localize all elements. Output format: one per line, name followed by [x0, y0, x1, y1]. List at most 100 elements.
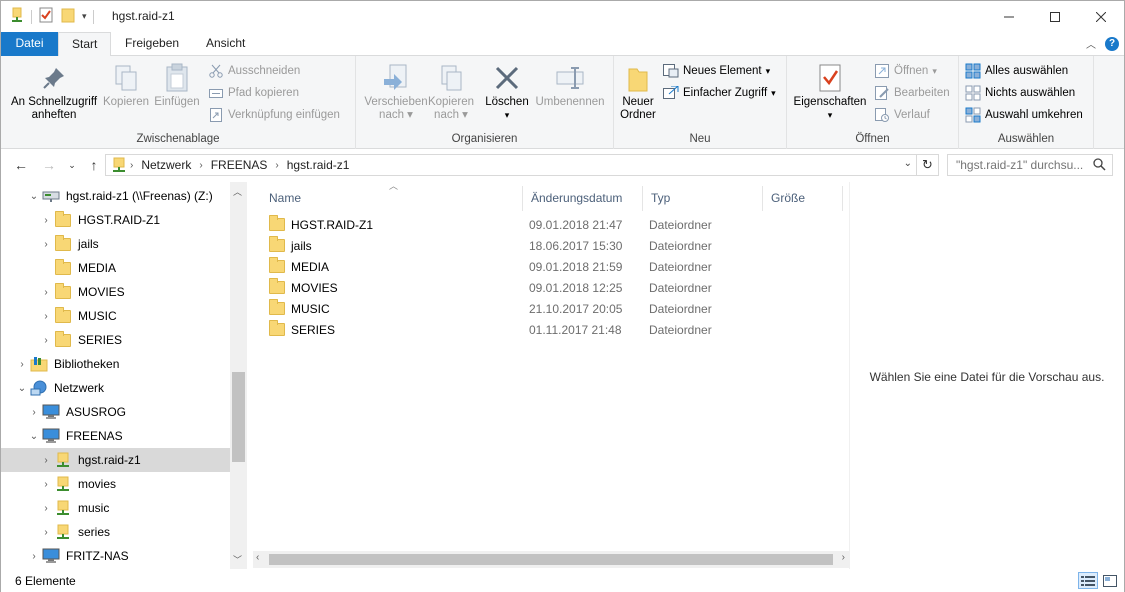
- select-none-button[interactable]: Nichts auswählen: [965, 83, 1075, 103]
- nav-tree-item[interactable]: › music: [1, 496, 230, 520]
- delete-button[interactable]: Löschen ▾: [484, 60, 530, 122]
- back-button[interactable]: ←: [11, 155, 31, 175]
- file-row[interactable]: SERIES 01.11.2017 21:48 Dateiordner: [261, 319, 841, 340]
- rename-button[interactable]: Umbenennen: [534, 60, 606, 109]
- network-drive-icon[interactable]: [9, 7, 25, 26]
- large-icons-view-button[interactable]: [1100, 572, 1120, 589]
- nav-tree-item[interactable]: › FRITZ-NAS: [1, 544, 230, 568]
- nav-tree-item[interactable]: › hgst.raid-z1: [1, 448, 230, 472]
- history-button[interactable]: Verlauf: [874, 105, 930, 125]
- edit-button[interactable]: Bearbeiten: [874, 83, 950, 103]
- close-button[interactable]: [1078, 1, 1124, 32]
- nav-tree-item[interactable]: › movies: [1, 472, 230, 496]
- scroll-down-icon[interactable]: ﹀: [233, 553, 242, 566]
- chevron-down-icon[interactable]: ⌄: [15, 383, 29, 394]
- breadcrumb-freenas[interactable]: FREENAS: [207, 158, 272, 172]
- open-button[interactable]: Öffnen ▾: [874, 61, 937, 81]
- chevron-right-icon[interactable]: ›: [39, 503, 53, 514]
- easy-access-button[interactable]: Einfacher Zugriff ▾: [663, 83, 776, 103]
- chevron-right-icon[interactable]: ›: [39, 311, 53, 322]
- chevron-right-icon[interactable]: ›: [39, 455, 53, 466]
- breadcrumb-separator[interactable]: ›: [195, 160, 206, 171]
- file-row[interactable]: MOVIES 09.01.2018 12:25 Dateiordner: [261, 277, 841, 298]
- properties-button[interactable]: Eigenschaften ▾: [791, 60, 869, 122]
- search-input[interactable]: [956, 158, 1086, 172]
- cut-button[interactable]: Ausschneiden: [208, 61, 300, 81]
- search-box[interactable]: [947, 154, 1113, 176]
- address-dropdown-icon[interactable]: ⌄: [904, 158, 912, 169]
- breadcrumb-separator[interactable]: ›: [126, 160, 137, 171]
- file-row[interactable]: HGST.RAID-Z1 09.01.2018 21:47 Dateiordner: [261, 214, 841, 235]
- nav-tree-item[interactable]: › jails: [1, 232, 230, 256]
- breadcrumb-separator[interactable]: ›: [271, 160, 282, 171]
- help-icon[interactable]: ?: [1105, 37, 1119, 51]
- scrollbar-thumb[interactable]: [232, 372, 245, 462]
- copy-to-button[interactable]: Kopieren nach ▾: [426, 60, 476, 122]
- nav-tree-item[interactable]: ⌄ FREENAS: [1, 424, 230, 448]
- chevron-right-icon[interactable]: ›: [27, 407, 41, 418]
- nav-tree-item[interactable]: ⌄ Netzwerk: [1, 376, 230, 400]
- chevron-down-icon[interactable]: ⌄: [27, 431, 41, 442]
- column-header-date[interactable]: Änderungsdatum: [523, 186, 643, 211]
- chevron-right-icon[interactable]: ›: [39, 527, 53, 538]
- tab-start[interactable]: Start: [58, 32, 112, 57]
- scroll-up-icon[interactable]: ︿: [233, 185, 242, 198]
- file-list-hscrollbar[interactable]: ‹ ›: [253, 551, 849, 568]
- chevron-right-icon[interactable]: ›: [15, 359, 29, 370]
- details-view-button[interactable]: [1078, 572, 1098, 589]
- breadcrumb-current[interactable]: hgst.raid-z1: [283, 158, 354, 172]
- tab-view[interactable]: Ansicht: [193, 32, 258, 56]
- minimize-button[interactable]: [986, 1, 1032, 32]
- nav-tree-item[interactable]: › series: [1, 520, 230, 544]
- select-all-button[interactable]: Alles auswählen: [965, 61, 1068, 81]
- paste-button[interactable]: Einfügen: [153, 60, 201, 109]
- move-to-button[interactable]: Verschieben nach ▾: [360, 60, 432, 122]
- maximize-button[interactable]: [1032, 1, 1078, 32]
- nav-tree-item[interactable]: › SERIES: [1, 328, 230, 352]
- forward-button[interactable]: →: [39, 155, 59, 175]
- column-header-name[interactable]: Name: [261, 186, 523, 211]
- nav-tree-item[interactable]: › Bibliotheken: [1, 352, 230, 376]
- address-bar[interactable]: › Netzwerk › FREENAS › hgst.raid-z1 ⌄: [105, 154, 917, 176]
- column-header-size[interactable]: Größe: [763, 186, 843, 211]
- customize-qat-icon[interactable]: ▾: [82, 11, 87, 22]
- new-folder-button[interactable]: Neuer Ordner: [618, 60, 658, 122]
- nav-tree-item[interactable]: › HGST.RAID-Z1: [1, 208, 230, 232]
- copy-button[interactable]: Kopieren: [103, 60, 149, 109]
- collapse-ribbon-icon[interactable]: ︿: [1086, 36, 1096, 51]
- column-header-type[interactable]: Typ: [643, 186, 763, 211]
- navigation-pane-scrollbar[interactable]: ︿ ﹀: [230, 182, 247, 569]
- search-icon[interactable]: [1093, 158, 1106, 174]
- recent-locations-button[interactable]: ⌄: [62, 155, 82, 175]
- nav-tree-item[interactable]: ⌄ hgst.raid-z1 (\\Freenas) (Z:): [1, 184, 230, 208]
- scroll-right-icon[interactable]: ›: [842, 552, 845, 563]
- file-row[interactable]: jails 18.06.2017 15:30 Dateiordner: [261, 235, 841, 256]
- chevron-right-icon[interactable]: ›: [39, 287, 53, 298]
- file-row[interactable]: MUSIC 21.10.2017 20:05 Dateiordner: [261, 298, 841, 319]
- scrollbar-thumb[interactable]: [269, 554, 833, 565]
- new-folder-icon[interactable]: [60, 7, 76, 26]
- nav-tree-item[interactable]: › MUSIC: [1, 304, 230, 328]
- breadcrumb-network[interactable]: Netzwerk: [137, 158, 195, 172]
- nav-tree-item[interactable]: › ASUSROG: [1, 400, 230, 424]
- chevron-right-icon[interactable]: ›: [39, 239, 53, 250]
- properties-icon[interactable]: [38, 7, 54, 26]
- file-row[interactable]: MEDIA 09.01.2018 21:59 Dateiordner: [261, 256, 841, 277]
- invert-selection-button[interactable]: Auswahl umkehren: [965, 105, 1083, 125]
- copy-path-button[interactable]: Pfad kopieren: [208, 83, 299, 103]
- new-item-button[interactable]: Neues Element ▾: [663, 61, 770, 81]
- chevron-right-icon[interactable]: ›: [39, 479, 53, 490]
- chevron-right-icon[interactable]: ›: [39, 335, 53, 346]
- chevron-down-icon[interactable]: ⌄: [27, 191, 41, 202]
- nav-tree-item[interactable]: › MOVIES: [1, 280, 230, 304]
- chevron-right-icon[interactable]: ›: [39, 215, 53, 226]
- chevron-right-icon[interactable]: ›: [27, 551, 41, 562]
- tab-share[interactable]: Freigeben: [112, 32, 192, 56]
- nav-tree-item[interactable]: MEDIA: [1, 256, 230, 280]
- up-button[interactable]: ↑: [84, 155, 104, 175]
- tab-file[interactable]: Datei: [1, 32, 58, 56]
- paste-shortcut-button[interactable]: Verknüpfung einfügen: [208, 105, 340, 125]
- refresh-button[interactable]: ↻: [917, 154, 939, 176]
- pin-quick-access-button[interactable]: An Schnellzugriff anheften: [9, 60, 99, 122]
- scroll-left-icon[interactable]: ‹: [256, 552, 259, 563]
